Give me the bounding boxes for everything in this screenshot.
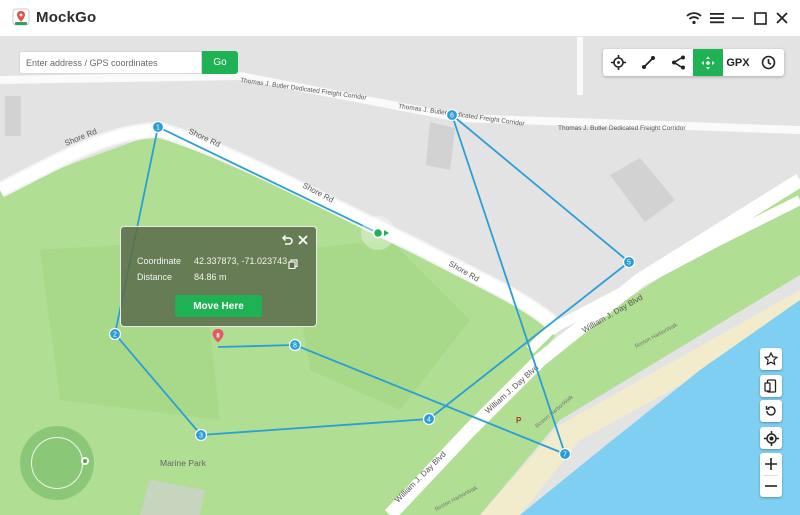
waypoint-8: 8 [288, 338, 302, 352]
maximize-icon[interactable] [751, 9, 769, 27]
joystick-ring [31, 437, 83, 489]
waypoint-label: 4 [427, 417, 431, 424]
multi-spot-route-icon [671, 55, 685, 70]
close-icon[interactable] [773, 9, 791, 27]
two-spot-route-icon [641, 56, 655, 69]
zoom-controls [760, 453, 782, 497]
app-logo-icon [12, 8, 30, 26]
undo-icon[interactable] [281, 233, 293, 245]
go-button[interactable]: Go [202, 51, 238, 74]
waypoint-label: 2 [113, 332, 117, 339]
history-button[interactable] [753, 49, 783, 76]
road-label: Thomas J. Butler Dedicated Freight Corri… [558, 125, 686, 132]
plus-icon [765, 458, 777, 470]
park-label: Marine Park [160, 458, 207, 468]
zoom-in-button[interactable] [760, 453, 782, 475]
favorites-button[interactable] [760, 348, 782, 370]
waypoint-label: 1 [156, 125, 160, 132]
close-popup-icon[interactable] [297, 233, 309, 245]
reset-location-button[interactable] [760, 400, 782, 422]
distance-label: Distance [137, 272, 173, 282]
locate-me-button[interactable] [760, 427, 782, 449]
waypoint-label: 6 [450, 113, 454, 120]
zoom-out-button[interactable] [760, 475, 782, 497]
crosshair-icon [610, 55, 626, 70]
waypoint-5: 5 [622, 255, 636, 269]
waypoint-label: 5 [627, 260, 631, 267]
gpx-import-button[interactable]: GPX [723, 49, 753, 76]
coordinate-label: Coordinate [137, 256, 182, 266]
multi-spot-mode-button[interactable] [663, 49, 693, 76]
joystick-handle[interactable] [81, 457, 89, 465]
waypoint-7: 7 [558, 447, 572, 461]
waypoint-6: 6 [445, 108, 459, 122]
locate-icon [763, 430, 779, 446]
device-button[interactable] [760, 375, 782, 397]
joystick-mode-button[interactable] [693, 49, 723, 76]
search-input[interactable] [19, 51, 202, 74]
waypoint-3: 3 [194, 428, 208, 442]
title-bar: MockGo [0, 0, 800, 37]
clock-icon [761, 55, 775, 70]
star-icon [764, 352, 778, 366]
minus-icon [765, 485, 777, 487]
waypoint-label: 7 [563, 452, 567, 459]
copy-icon[interactable] [288, 256, 298, 270]
location-info-popup: Coordinate 42.337873, -71.023743 Distanc… [120, 226, 317, 327]
move-here-button[interactable]: Move Here [175, 295, 262, 317]
waypoint-2: 2 [108, 327, 122, 341]
wifi-icon[interactable] [685, 9, 703, 27]
waypoint-1: 1 [151, 120, 165, 134]
coordinate-value: 42.337873, -71.023743 [194, 256, 288, 266]
waypoint-label: 3 [199, 433, 203, 440]
mode-toolbar: GPX [603, 49, 784, 76]
phone-icon [764, 379, 777, 393]
minimize-icon[interactable] [729, 9, 747, 27]
two-spot-mode-button[interactable] [633, 49, 663, 76]
parking-label: P [516, 416, 522, 425]
waypoint-4: 4 [422, 412, 436, 426]
joystick-icon [701, 56, 715, 69]
current-location-marker [372, 227, 384, 239]
joystick[interactable] [20, 426, 94, 500]
menu-icon[interactable] [708, 9, 726, 27]
teleport-mode-button[interactable] [603, 49, 633, 76]
distance-value: 84.86 m [194, 272, 227, 282]
app-title: MockGo [36, 9, 97, 26]
reset-icon [765, 406, 776, 416]
waypoint-label: 8 [293, 343, 297, 350]
